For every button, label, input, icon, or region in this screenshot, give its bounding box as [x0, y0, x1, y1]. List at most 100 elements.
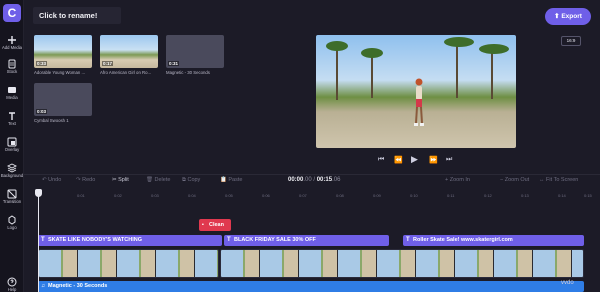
media-duration: 0:17	[102, 61, 114, 66]
fit-to-screen-button[interactable]: ↔ Fit To Screen	[539, 177, 578, 183]
media-card[interactable]: 0:33	[34, 35, 92, 68]
skater-figure	[414, 78, 424, 126]
palm-tree	[456, 43, 458, 98]
text-clip[interactable]: T BLACK FRIDAY SALE 30% OFF	[224, 235, 389, 246]
project-title-input[interactable]: Click to rename!	[33, 7, 121, 24]
timeline-toolbar: ↶ Undo ↷ Redo ✂ Split 🗑 Delete ⧉ Copy 📋 …	[24, 174, 600, 188]
media-card[interactable]: 0:17	[100, 35, 158, 68]
ruler-tick: 0:03	[151, 193, 159, 198]
text-icon	[7, 108, 17, 120]
help-icon	[7, 274, 17, 287]
video-preview[interactable]	[316, 35, 516, 148]
sidebar-item-label: Transition	[2, 199, 22, 204]
video-clip[interactable]	[220, 249, 584, 278]
paste-button[interactable]: 📋 Paste	[220, 177, 242, 183]
ruler-tick: 0:04	[188, 193, 196, 198]
ruler-tick: 0:13	[521, 193, 529, 198]
filter-icon: ▪	[202, 222, 204, 228]
time-total: 00:15	[316, 177, 333, 183]
audio-clip[interactable]: ♫ Magnetic - 30 Seconds	[38, 281, 584, 292]
music-note-icon: ♫	[41, 283, 46, 289]
time-separator: /	[313, 177, 316, 183]
app-logo[interactable]: C	[3, 4, 21, 22]
copy-button[interactable]: ⧉ Copy	[182, 177, 200, 184]
ruler-tick: 0:14	[558, 193, 566, 198]
sidebar-item-text[interactable]: Text	[0, 108, 24, 126]
transition-icon	[7, 186, 17, 199]
sidebar-item-transition[interactable]: Transition	[0, 186, 24, 204]
sidebar-item-label: Text	[8, 121, 16, 126]
ruler-tick: 0:12	[484, 193, 492, 198]
zoom-in-button[interactable]: + Zoom In	[445, 177, 470, 183]
sidebar-item-label: Media	[6, 95, 18, 100]
time-current: 00:00	[288, 177, 304, 183]
sidebar-item-label: Help	[7, 287, 17, 292]
split-button[interactable]: ✂ Split	[112, 177, 129, 183]
background-icon	[6, 160, 18, 173]
sidebar-item-media[interactable]: Media	[0, 82, 24, 100]
playhead-handle[interactable]	[35, 189, 42, 197]
media-caption: Afro American Girl on Ro...	[100, 70, 152, 75]
delete-button[interactable]: 🗑 Delete	[146, 177, 170, 183]
aspect-ratio-button[interactable]: 16:9	[561, 36, 581, 46]
text-clip-label: BLACK FRIDAY SALE 30% OFF	[234, 237, 316, 243]
undo-label: Undo	[48, 177, 62, 183]
text-icon: T	[406, 237, 410, 243]
media-caption: Adorable Young Woman ...	[34, 70, 86, 75]
ruler-tick: 0:09	[373, 193, 381, 198]
export-button[interactable]: ⬆ Export	[545, 8, 591, 25]
sidebar-item-label: Overlay	[4, 147, 20, 152]
sidebar-item-stock[interactable]: Stock	[0, 56, 24, 74]
sidebar-item-background[interactable]: Background	[0, 160, 24, 178]
palm-tree	[336, 45, 338, 100]
media-card[interactable]: 0:03	[34, 83, 92, 116]
media-caption: Cymbal Swoosh 1	[34, 118, 69, 123]
clean-filter-clip[interactable]: ▪ Clean	[199, 219, 231, 231]
palm-tree	[371, 53, 373, 98]
ruler-tick: 0:08	[336, 193, 344, 198]
palm-frond	[479, 44, 509, 54]
video-clip[interactable]	[38, 249, 219, 278]
redo-button[interactable]: ↷ Redo	[76, 177, 95, 183]
split-label: Split	[118, 177, 129, 183]
audio-clip-label: Magnetic - 30 Seconds	[48, 283, 108, 289]
ruler-tick: 0:05	[225, 193, 233, 198]
palm-frond	[326, 41, 348, 51]
copy-label: Copy	[187, 177, 201, 183]
plus-icon	[7, 32, 17, 44]
sidebar-item-add-media[interactable]: Add Media	[0, 32, 24, 50]
sidebar-item-label: Background	[0, 173, 24, 178]
media-icon	[7, 82, 17, 93]
media-caption: Magnetic - 30 Seconds	[166, 70, 210, 75]
zoom-in-label: Zoom In	[449, 177, 470, 183]
ruler-tick: 0:02	[114, 193, 122, 198]
text-clip[interactable]: T Roller Skate Sale! www.skatergirl.com	[403, 235, 584, 246]
sidebar-item-logo[interactable]: Logo	[0, 212, 24, 230]
ruler-tick: 0:01	[77, 193, 85, 198]
skip-forward-icon[interactable]: ⏭	[446, 156, 452, 164]
media-duration: 0:03	[36, 109, 48, 114]
play-button[interactable]: ▶	[411, 154, 418, 165]
paste-label: Paste	[228, 177, 243, 183]
zoom-out-button[interactable]: − Zoom Out	[500, 177, 529, 183]
time-current-frac: .00	[303, 177, 312, 183]
text-clip-label: SKATE LIKE NOBODY'S WATCHING	[48, 237, 142, 243]
media-card[interactable]: 0:31	[166, 35, 224, 68]
text-clip[interactable]: T SKATE LIKE NOBODY'S WATCHING	[38, 235, 222, 246]
palm-tree	[491, 49, 493, 99]
fast-forward-icon[interactable]: ⏩	[429, 156, 438, 164]
skip-back-icon[interactable]: ⏮	[378, 156, 384, 164]
export-label: Export	[561, 13, 582, 20]
media-duration: 0:31	[168, 61, 180, 66]
watermark: vvdo	[561, 280, 574, 286]
time-display: 00:00.00 / 00:15.06	[288, 177, 340, 183]
sidebar: C Add Media Stock Media Text Overlay Bac	[0, 0, 24, 292]
undo-button[interactable]: ↶ Undo	[42, 177, 61, 183]
sidebar-item-help[interactable]: Help	[0, 274, 24, 292]
rewind-icon[interactable]: ⏪	[394, 156, 403, 164]
fit-label: Fit To Screen	[546, 177, 579, 183]
delete-label: Delete	[154, 177, 171, 183]
sidebar-item-overlay[interactable]: Overlay	[0, 134, 24, 152]
overlay-icon	[7, 134, 17, 147]
timeline-ruler[interactable]: 0:01 0:02 0:03 0:04 0:05 0:06 0:07 0:08 …	[24, 190, 600, 202]
